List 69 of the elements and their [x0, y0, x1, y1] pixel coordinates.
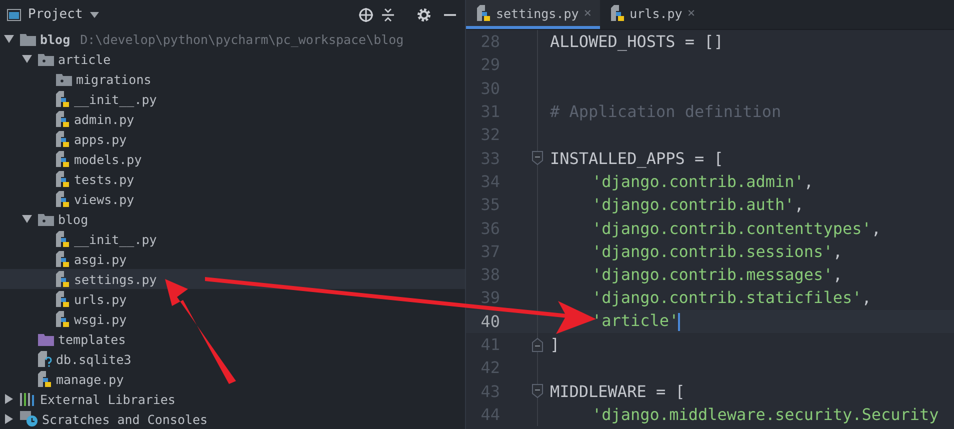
- tree-item[interactable]: wsgi.py: [0, 309, 465, 329]
- code-line: ]: [550, 335, 560, 354]
- tree-item[interactable]: views.py: [0, 189, 465, 209]
- tree-item[interactable]: manage.py: [0, 369, 465, 389]
- python-file-icon: [56, 271, 70, 287]
- tree-item[interactable]: asgi.py: [0, 249, 465, 269]
- collapse-icon[interactable]: [381, 6, 395, 22]
- code-line: ALLOWED_HOSTS = []: [550, 32, 724, 52]
- tree-item[interactable]: settings.py: [0, 269, 465, 289]
- python-file-icon: [56, 191, 70, 207]
- folder-icon: [38, 332, 54, 346]
- line-number: 40: [480, 312, 501, 331]
- python-file-icon: [56, 231, 70, 247]
- tree-item[interactable]: apps.py: [0, 129, 465, 149]
- python-file-icon: [56, 131, 70, 147]
- code-line: 'django.contrib.auth',: [591, 195, 804, 214]
- code-line: 'django.middleware.security.Security: [591, 404, 939, 424]
- python-file-icon: [610, 5, 625, 21]
- tree-item[interactable]: External Libraries: [0, 389, 465, 409]
- project-path: D:\develop\python\pycharm\pc_workspace\blog: [80, 32, 404, 46]
- fold-icon[interactable]: [532, 151, 543, 166]
- panel-icon: [7, 8, 21, 20]
- code-line: 'django.contrib.sessions',: [591, 242, 842, 261]
- editor-tab[interactable]: settings.py ×: [466, 0, 600, 29]
- python-file-icon: [56, 171, 70, 187]
- code-line: INSTALLED_APPS = [: [550, 148, 724, 168]
- tree-item[interactable]: db.sqlite3: [0, 349, 465, 369]
- target-icon[interactable]: [358, 6, 374, 22]
- python-file-icon: [56, 151, 70, 167]
- fold-icon[interactable]: [532, 384, 543, 398]
- tree-item[interactable]: migrations: [0, 69, 465, 89]
- python-file-icon: [56, 91, 70, 107]
- fold-icon[interactable]: [532, 338, 543, 352]
- settings-icon[interactable]: [416, 6, 432, 22]
- package-folder-icon: [38, 212, 54, 226]
- panel-title[interactable]: Project: [28, 7, 83, 22]
- package-folder-icon: [38, 52, 54, 66]
- tree-item[interactable]: article: [0, 49, 465, 69]
- python-file-icon: [56, 111, 70, 127]
- python-file-icon: [56, 291, 70, 307]
- code-line: 'django.contrib.messages',: [591, 265, 842, 284]
- folder-icon: [20, 32, 36, 46]
- python-file-icon: [56, 251, 70, 267]
- package-folder-icon: [56, 72, 72, 86]
- python-file-icon: [38, 371, 52, 387]
- tree-item[interactable]: blog: [0, 209, 465, 229]
- tree-item[interactable]: __init__.py: [0, 89, 465, 109]
- code-line: MIDDLEWARE = [: [550, 382, 685, 401]
- tree-item[interactable]: urls.py: [0, 289, 465, 309]
- code-line: 'django.contrib.staticfiles',: [591, 288, 872, 308]
- editor-tab[interactable]: urls.py ×: [600, 0, 704, 29]
- unknown-file-icon: [38, 351, 52, 367]
- expanded-arrow-icon[interactable]: [22, 214, 32, 224]
- text-caret: [678, 313, 680, 332]
- tree-item[interactable]: tests.py: [0, 169, 465, 189]
- tree-item[interactable]: Scratches and Consoles: [0, 409, 465, 429]
- python-file-icon: [56, 311, 70, 327]
- libraries-icon: [20, 392, 36, 406]
- tree-item[interactable]: templates: [0, 329, 465, 349]
- tree-item[interactable]: models.py: [0, 149, 465, 169]
- code-line: 'django.contrib.admin',: [591, 172, 814, 191]
- python-file-icon: [477, 5, 491, 21]
- tree-item[interactable]: __init__.py: [0, 229, 465, 249]
- dropdown-icon[interactable]: [90, 12, 99, 18]
- code-comment: # Application definition: [550, 102, 782, 122]
- tree-item[interactable]: admin.py: [0, 109, 465, 129]
- code-line: 'django.contrib.contenttypes',: [591, 218, 881, 238]
- tree-item[interactable]: blog D:\develop\python\pycharm\pc_workspace\blog: [0, 29, 465, 49]
- code-line: 'article': [591, 311, 680, 332]
